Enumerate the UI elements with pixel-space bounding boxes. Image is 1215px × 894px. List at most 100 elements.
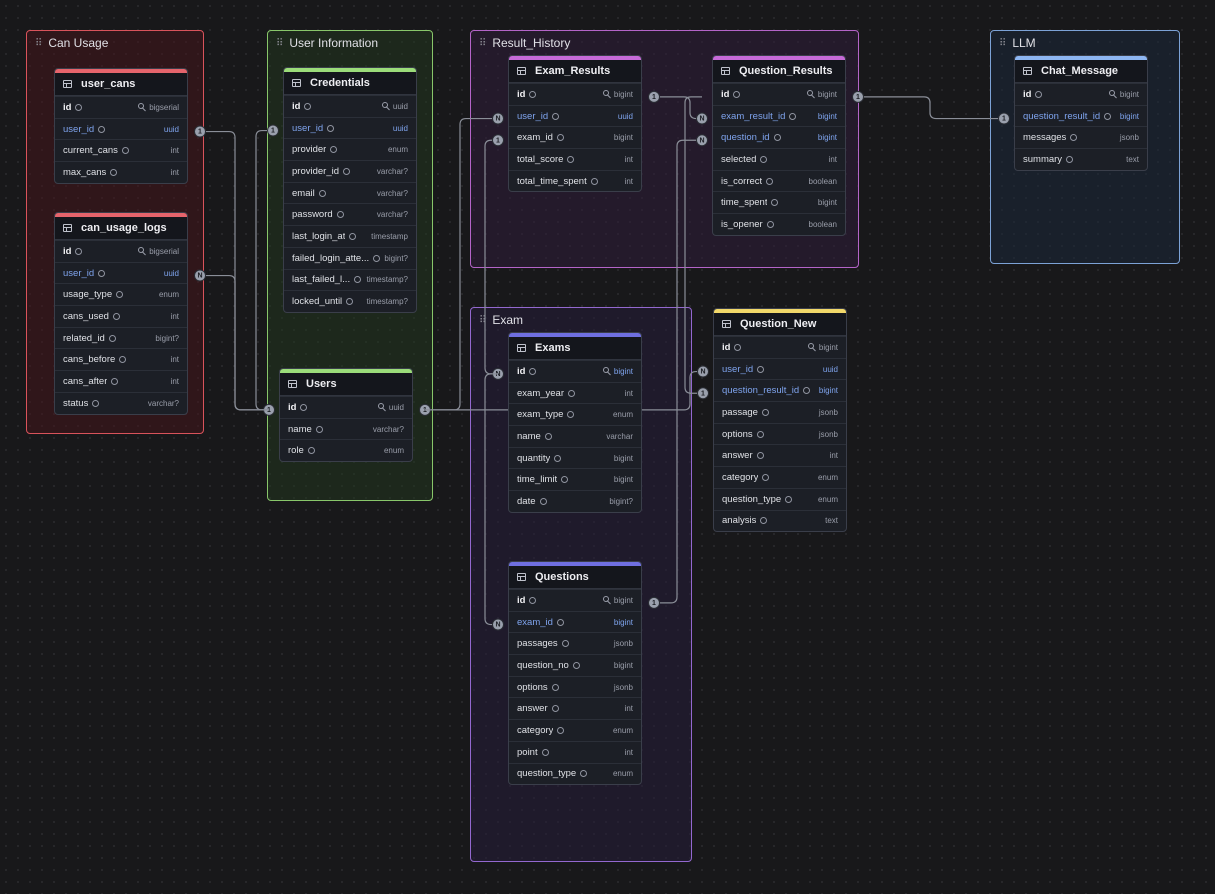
comment-icon[interactable] bbox=[346, 298, 354, 306]
field-row[interactable]: usage_type enum bbox=[55, 283, 187, 305]
field-row[interactable]: id bigint bbox=[509, 83, 641, 105]
field-row[interactable]: user_id uuid bbox=[714, 357, 846, 380]
comment-icon[interactable] bbox=[561, 476, 569, 484]
table-header[interactable]: Users bbox=[280, 369, 412, 396]
comment-icon[interactable] bbox=[733, 90, 741, 98]
field-row[interactable]: related_id bigint? bbox=[55, 326, 187, 349]
field-row[interactable]: category enum bbox=[714, 466, 846, 488]
comment-icon[interactable] bbox=[773, 134, 781, 142]
table-header[interactable]: Exam_Results bbox=[509, 56, 641, 83]
table-can-usage-logs[interactable]: can_usage_logs id bigserial user_id uuid usag… bbox=[54, 212, 188, 415]
field-row[interactable]: point int bbox=[509, 740, 641, 763]
comment-icon[interactable] bbox=[761, 408, 769, 416]
comment-icon[interactable] bbox=[556, 618, 564, 626]
comment-icon[interactable] bbox=[551, 683, 559, 691]
field-row[interactable]: options jsonb bbox=[509, 675, 641, 698]
comment-icon[interactable] bbox=[561, 640, 569, 648]
comment-icon[interactable] bbox=[315, 425, 323, 433]
relation-line[interactable] bbox=[654, 96, 702, 120]
field-row[interactable]: role enum bbox=[280, 439, 412, 461]
comment-icon[interactable] bbox=[119, 356, 127, 364]
field-row[interactable]: category enum bbox=[509, 719, 641, 741]
comment-icon[interactable] bbox=[529, 90, 537, 98]
field-row[interactable]: exam_id bigint bbox=[509, 610, 641, 633]
table-users[interactable]: Users id uuid name varchar? role enum bbox=[279, 368, 413, 463]
table-header[interactable]: Question_New bbox=[714, 309, 846, 336]
field-row[interactable]: id bigint bbox=[714, 336, 846, 358]
field-row[interactable]: total_time_spent int bbox=[509, 169, 641, 192]
field-row[interactable]: summary text bbox=[1015, 148, 1147, 170]
field-row[interactable]: exam_type enum bbox=[509, 403, 641, 425]
field-row[interactable]: provider_id varchar? bbox=[284, 160, 416, 182]
field-row[interactable]: time_limit bigint bbox=[509, 468, 641, 490]
comment-icon[interactable] bbox=[336, 211, 344, 219]
table-header[interactable]: Exams bbox=[509, 333, 641, 360]
comment-icon[interactable] bbox=[307, 447, 315, 455]
field-row[interactable]: exam_result_id bigint bbox=[713, 104, 845, 127]
comment-icon[interactable] bbox=[803, 387, 811, 395]
comment-icon[interactable] bbox=[318, 189, 326, 197]
comment-icon[interactable] bbox=[1066, 155, 1074, 163]
comment-icon[interactable] bbox=[111, 377, 119, 385]
field-row[interactable]: status varchar? bbox=[55, 391, 187, 414]
field-row[interactable]: passage jsonb bbox=[714, 401, 846, 423]
field-row[interactable]: email varchar? bbox=[284, 181, 416, 204]
table-header[interactable]: Questions bbox=[509, 562, 641, 589]
field-row[interactable]: cans_used int bbox=[55, 305, 187, 327]
comment-icon[interactable] bbox=[343, 167, 350, 175]
field-row[interactable]: question_no bigint bbox=[509, 654, 641, 676]
table-exam-results[interactable]: Exam_Results id bigint user_id uuid exam_id bi… bbox=[508, 55, 642, 193]
comment-icon[interactable] bbox=[354, 276, 362, 284]
relation-line[interactable] bbox=[484, 139, 498, 375]
field-row[interactable]: id uuid bbox=[284, 95, 416, 117]
relation-line[interactable] bbox=[858, 96, 1004, 120]
table-user-cans[interactable]: user_cans id bigserial user_id uuid current_c… bbox=[54, 68, 188, 184]
field-row[interactable]: user_id uuid bbox=[509, 104, 641, 127]
field-row[interactable]: answer int bbox=[714, 444, 846, 466]
comment-icon[interactable] bbox=[98, 269, 106, 277]
comment-icon[interactable] bbox=[756, 452, 764, 460]
field-row[interactable]: max_cans int bbox=[55, 161, 187, 183]
comment-icon[interactable] bbox=[541, 748, 549, 756]
field-row[interactable]: failed_login_atte... bigint? bbox=[284, 246, 416, 269]
comment-icon[interactable] bbox=[529, 367, 537, 375]
field-row[interactable]: exam_year int bbox=[509, 381, 641, 404]
field-row[interactable]: is_correct boolean bbox=[713, 169, 845, 192]
field-row[interactable]: messages jsonb bbox=[1015, 126, 1147, 148]
comment-icon[interactable] bbox=[567, 155, 575, 163]
field-row[interactable]: id uuid bbox=[280, 396, 412, 418]
comment-icon[interactable] bbox=[580, 770, 588, 778]
table-header[interactable]: Credentials bbox=[284, 68, 416, 95]
comment-icon[interactable] bbox=[760, 517, 768, 525]
field-row[interactable]: id bigint bbox=[509, 360, 641, 382]
comment-icon[interactable] bbox=[590, 177, 598, 185]
field-row[interactable]: id bigserial bbox=[55, 240, 187, 262]
field-row[interactable]: question_id bigint bbox=[713, 126, 845, 148]
comment-icon[interactable] bbox=[1104, 112, 1112, 120]
field-row[interactable]: quantity bigint bbox=[509, 446, 641, 469]
field-row[interactable]: analysis text bbox=[714, 509, 846, 532]
comment-icon[interactable] bbox=[568, 389, 575, 397]
field-row[interactable]: user_id uuid bbox=[284, 116, 416, 139]
comment-icon[interactable] bbox=[766, 220, 774, 228]
comment-icon[interactable] bbox=[92, 399, 100, 407]
table-question-results[interactable]: Question_Results id bigint exam_result_id bi… bbox=[712, 55, 846, 236]
table-header[interactable]: Question_Results bbox=[713, 56, 845, 83]
comment-icon[interactable] bbox=[556, 134, 564, 142]
field-row[interactable]: question_result_id bigint bbox=[714, 379, 846, 401]
table-header[interactable]: Chat_Message bbox=[1015, 56, 1147, 83]
comment-icon[interactable] bbox=[349, 232, 357, 240]
field-row[interactable]: options jsonb bbox=[714, 422, 846, 445]
comment-icon[interactable] bbox=[557, 726, 565, 734]
comment-icon[interactable] bbox=[734, 343, 742, 351]
field-row[interactable]: user_id uuid bbox=[55, 261, 187, 284]
comment-icon[interactable] bbox=[567, 411, 575, 419]
relation-line[interactable] bbox=[255, 129, 273, 411]
field-row[interactable]: user_id uuid bbox=[55, 117, 187, 140]
comment-icon[interactable] bbox=[108, 334, 116, 342]
field-row[interactable]: total_score int bbox=[509, 148, 641, 170]
comment-icon[interactable] bbox=[304, 102, 312, 110]
field-row[interactable]: id bigserial bbox=[55, 96, 187, 118]
table-credentials[interactable]: Credentials id uuid user_id uuid provider enum… bbox=[283, 67, 417, 313]
field-row[interactable]: question_type enum bbox=[714, 487, 846, 510]
